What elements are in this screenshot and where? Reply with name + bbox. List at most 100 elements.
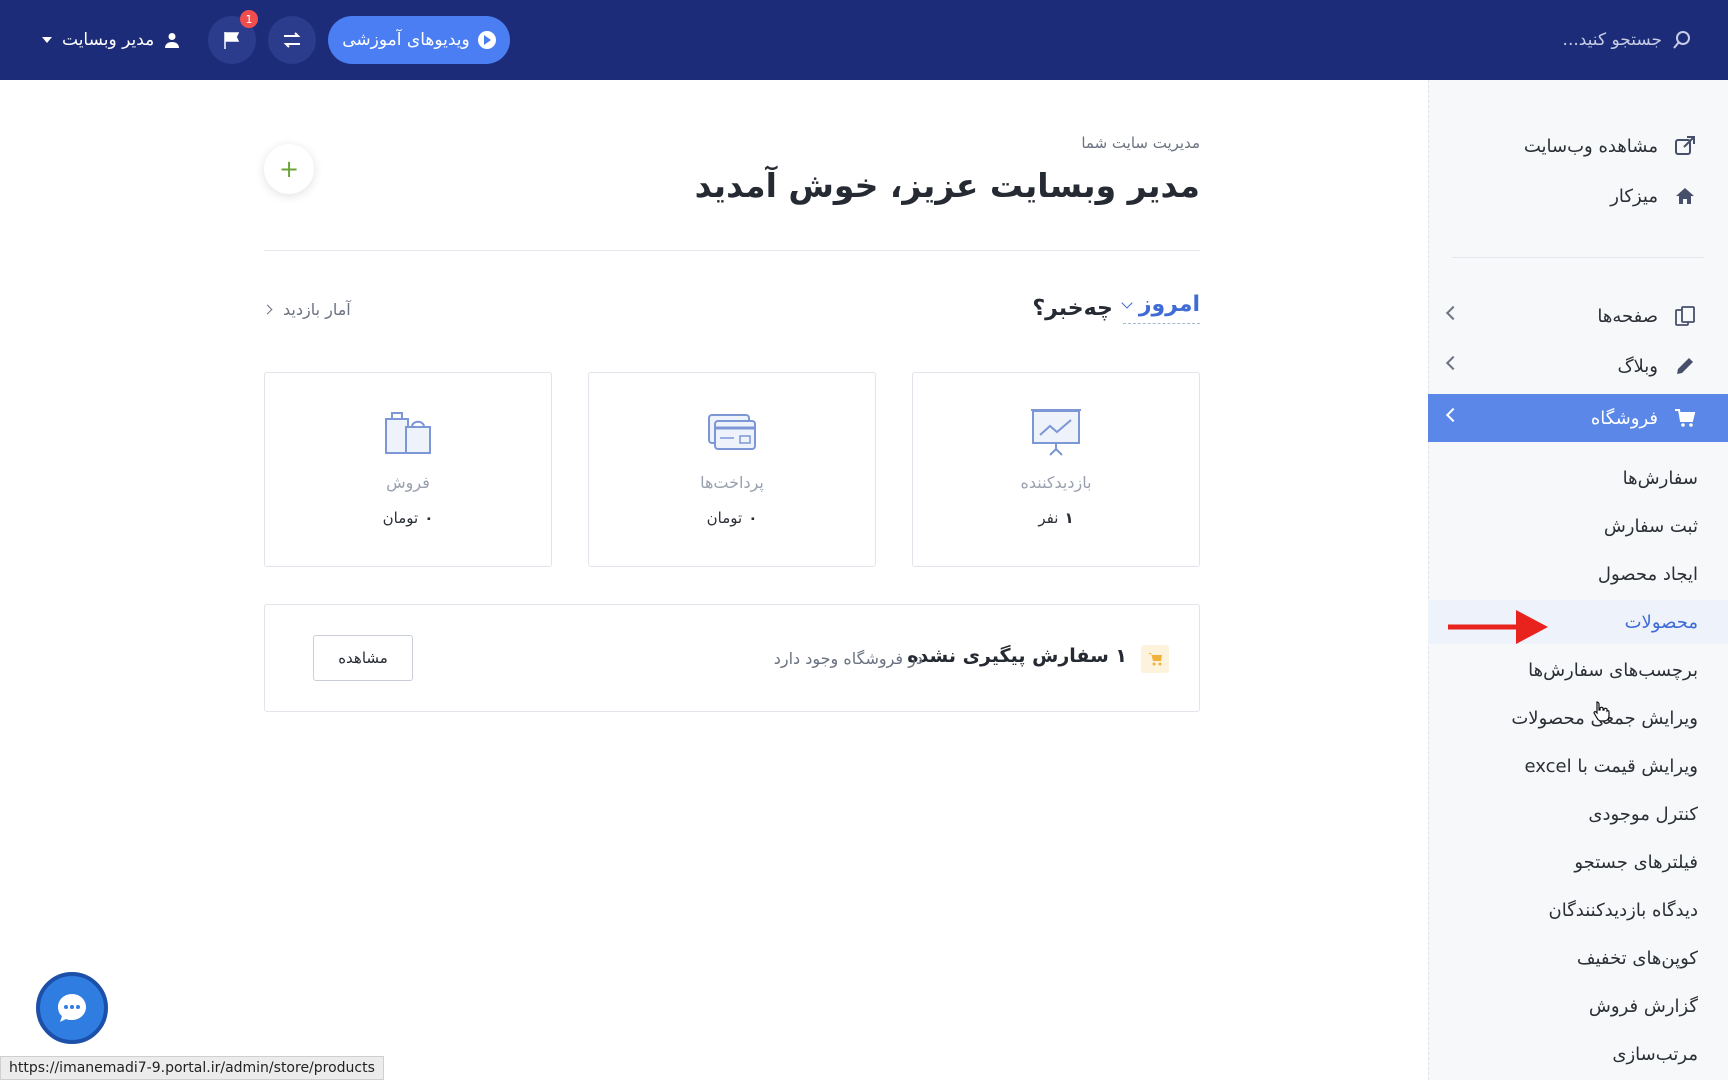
notification-badge: 1 [240, 10, 258, 28]
tutorial-videos-button[interactable]: ویدیوهای آموزشی [328, 16, 510, 64]
stat-card-value: ۰ تومان [265, 509, 551, 527]
submenu-label: سفارش‌ها [1622, 467, 1698, 489]
submenu-create-product[interactable]: ایجاد محصول [1428, 552, 1728, 596]
period-dropdown[interactable]: امروز [1121, 292, 1200, 324]
sidebar-divider [1452, 257, 1704, 258]
submenu-label: فیلترهای جستجو [1574, 851, 1698, 873]
submenu-search-filters[interactable]: فیلترهای جستجو [1428, 840, 1728, 884]
submenu-label: کنترل موجودی [1588, 803, 1698, 825]
cart-icon [1672, 405, 1698, 431]
sidebar-item-label: میزکار [1610, 185, 1658, 207]
stat-value-unit: تومان [382, 509, 419, 527]
submenu-orders[interactable]: سفارش‌ها [1428, 456, 1728, 500]
credit-card-icon [708, 414, 756, 450]
caret-down-icon [42, 37, 52, 43]
search-placeholder: جستجو کنید... [1562, 30, 1662, 50]
stat-card-label: فروش [386, 473, 430, 492]
divider [264, 250, 1200, 251]
stat-card-value: ۱ نفر [913, 509, 1199, 527]
search-icon [1673, 31, 1690, 49]
stat-card-label: پرداخت‌ها [700, 473, 764, 492]
chevron-left-icon [1445, 305, 1461, 321]
sidebar: مشاهده وب‌سایت میزکار صفحه‌ها وبلاگ فروش… [1428, 80, 1728, 1080]
user-icon [165, 33, 180, 48]
page-subtitle: مدیریت سایت شما [1081, 134, 1200, 152]
sidebar-item-label: مشاهده وب‌سایت [1523, 135, 1658, 157]
mouse-cursor-icon [1593, 701, 1610, 722]
sidebar-item-label: وبلاگ [1617, 355, 1658, 377]
stat-value-number: ۰ [424, 509, 434, 527]
page-title: مدیر وبسایت عزیز، خوش آمدید [694, 166, 1200, 205]
submenu-label: ایجاد محصول [1597, 563, 1698, 585]
user-menu[interactable]: مدیر وبسایت [42, 22, 180, 58]
stat-value-unit: نفر [1038, 509, 1059, 527]
submenu-sorting[interactable]: مرتب‌سازی [1428, 1032, 1728, 1076]
stat-value-number: ۰ [748, 509, 758, 527]
shopping-bags-icon [385, 412, 431, 454]
visit-stats-link[interactable]: آمار بازدید [262, 300, 351, 319]
chat-bubble-icon [58, 994, 86, 1022]
stat-card-label: بازدیدکننده [1020, 473, 1092, 492]
swap-arrows-icon [283, 32, 301, 48]
submenu-excel-price-edit[interactable]: ویرایش قیمت با excel [1428, 744, 1728, 788]
submenu-inventory-control[interactable]: کنترل موجودی [1428, 792, 1728, 836]
view-orders-button[interactable]: مشاهده [313, 635, 413, 681]
pending-orders-subtitle: در فروشگاه وجود دارد [773, 649, 923, 668]
sidebar-item-dashboard[interactable]: میزکار [1428, 172, 1728, 220]
sidebar-item-label: فروشگاه [1590, 407, 1658, 429]
switch-button[interactable] [268, 16, 316, 64]
main-content: مدیریت سایت شما مدیر وبسایت عزیز، خوش آم… [262, 80, 1200, 1080]
pending-orders-title: ۱ سفارش پیگیری نشده [907, 645, 1127, 667]
user-name: مدیر وبسایت [62, 30, 155, 50]
submenu-label: محصولات [1624, 611, 1698, 633]
stat-card-visitors[interactable]: بازدیدکننده ۱ نفر [912, 372, 1200, 567]
sidebar-item-store[interactable]: فروشگاه [1428, 394, 1728, 442]
submenu-label: برچسب‌های سفارش‌ها [1528, 659, 1698, 681]
stat-value-number: ۱ [1064, 509, 1074, 527]
presentation-chart-icon [1031, 409, 1081, 456]
tutorial-videos-label: ویدیوهای آموزشی [342, 30, 470, 50]
chevron-left-icon [1445, 355, 1461, 371]
pages-icon [1672, 303, 1698, 329]
sidebar-item-view-website[interactable]: مشاهده وب‌سایت [1428, 122, 1728, 170]
top-bar: جستجو کنید... ویدیوهای آموزشی 1 مدیر وبس… [0, 0, 1728, 80]
external-link-icon [1672, 133, 1698, 159]
pencil-icon [1672, 353, 1698, 379]
chevron-left-icon [262, 304, 273, 315]
submenu-label: ثبت سفارش [1603, 515, 1698, 537]
stat-value-unit: تومان [706, 509, 743, 527]
sidebar-item-pages[interactable]: صفحه‌ها [1428, 292, 1728, 340]
submenu-register-order[interactable]: ثبت سفارش [1428, 504, 1728, 548]
notifications-button[interactable]: 1 [208, 10, 258, 64]
stat-card-sales[interactable]: فروش ۰ تومان [264, 372, 552, 567]
sidebar-item-blog[interactable]: وبلاگ [1428, 342, 1728, 390]
submenu-sales-report[interactable]: گزارش فروش [1428, 984, 1728, 1028]
chat-support-button[interactable] [36, 972, 108, 1044]
chevron-down-icon [1121, 296, 1133, 309]
red-arrow-annotation [1448, 610, 1548, 644]
stat-card-value: ۰ تومان [589, 509, 875, 527]
period-label: امروز [1138, 292, 1200, 317]
play-icon [477, 31, 496, 49]
submenu-discount-coupons[interactable]: کوپن‌های تخفیف [1428, 936, 1728, 980]
submenu-visitor-comments[interactable]: دیدگاه بازدیدکنندگان [1428, 888, 1728, 932]
submenu-label: کوپن‌های تخفیف [1576, 947, 1698, 969]
news-title: چه‌خبر؟ [1032, 295, 1113, 321]
add-button[interactable]: + [264, 144, 314, 194]
submenu-label: دیدگاه بازدیدکنندگان [1548, 899, 1699, 921]
pending-orders-notice: ۱ سفارش پیگیری نشده در فروشگاه وجود دارد… [264, 604, 1200, 712]
submenu-label: گزارش فروش [1588, 995, 1698, 1017]
submenu-label: ویرایش قیمت با excel [1524, 755, 1698, 777]
sidebar-item-label: صفحه‌ها [1597, 305, 1658, 327]
submenu-label: مرتب‌سازی [1612, 1043, 1698, 1065]
home-icon [1672, 183, 1698, 209]
flag-icon [224, 32, 240, 49]
cart-icon [1141, 645, 1169, 673]
stat-card-payments[interactable]: پرداخت‌ها ۰ تومان [588, 372, 876, 567]
search-box[interactable]: جستجو کنید... [1563, 22, 1692, 58]
visit-stats-label: آمار بازدید [283, 300, 351, 319]
chevron-left-icon [1445, 407, 1461, 423]
submenu-bulk-edit-products[interactable]: ویرایش جمعی محصولات [1428, 696, 1728, 740]
submenu-order-tags[interactable]: برچسب‌های سفارش‌ها [1428, 648, 1728, 692]
status-bar-url: https://imanemadi7-9.portal.ir/admin/sto… [0, 1056, 384, 1080]
